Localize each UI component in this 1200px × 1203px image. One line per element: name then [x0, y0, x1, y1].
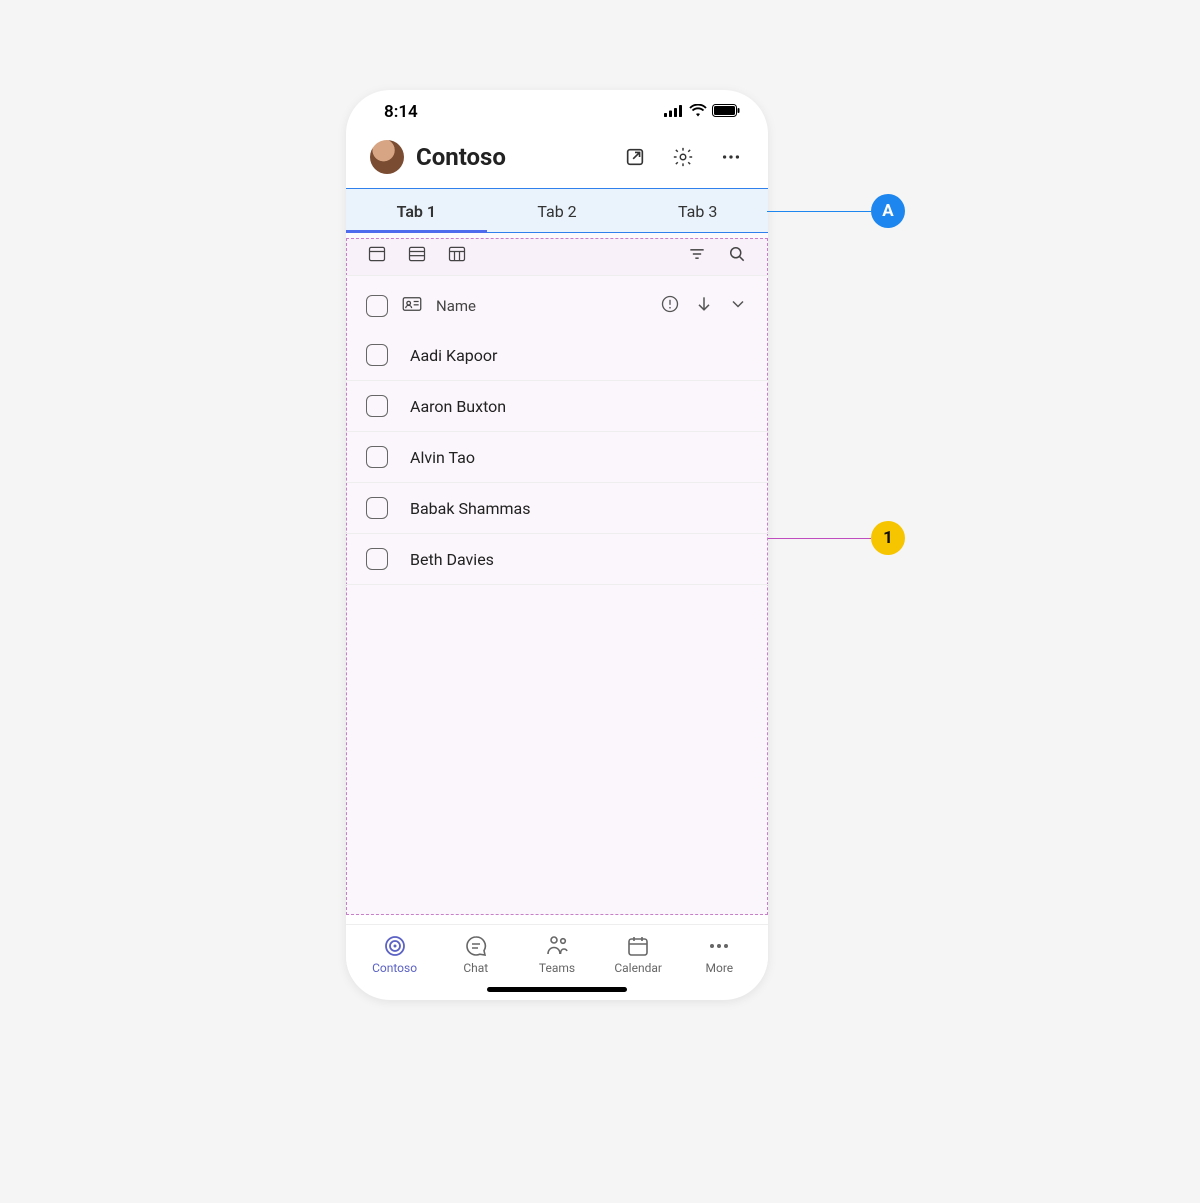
row-checkbox[interactable]	[366, 395, 388, 417]
view-option-2-icon[interactable]	[406, 243, 428, 265]
list-item[interactable]: Alvin Tao	[346, 432, 768, 483]
tab-3[interactable]: Tab 3	[627, 189, 768, 232]
battery-icon	[712, 102, 740, 122]
nav-chat[interactable]: Chat	[440, 933, 512, 975]
home-indicator	[487, 987, 627, 992]
phone-frame: 8:14 Contoso Tab 1 Tab 2 Tab	[346, 90, 768, 1000]
open-external-icon[interactable]	[622, 144, 648, 170]
row-name: Beth Davies	[410, 550, 494, 569]
nav-label: Contoso	[372, 961, 417, 975]
app-logo-icon	[382, 933, 408, 959]
chevron-down-icon[interactable]	[728, 294, 748, 318]
list-header: Name	[346, 276, 768, 330]
list-item[interactable]: Aadi Kapoor	[346, 330, 768, 381]
more-icon	[706, 933, 732, 959]
calendar-icon	[625, 933, 651, 959]
nav-calendar[interactable]: Calendar	[602, 933, 674, 975]
nav-teams[interactable]: Teams	[521, 933, 593, 975]
chat-icon	[463, 933, 489, 959]
callout-1: 1	[768, 521, 905, 555]
cellular-icon	[664, 102, 684, 122]
nav-more[interactable]: More	[683, 933, 755, 975]
row-checkbox[interactable]	[366, 344, 388, 366]
row-checkbox[interactable]	[366, 446, 388, 468]
column-header-name[interactable]: Name	[436, 297, 476, 315]
list-item[interactable]: Beth Davies	[346, 534, 768, 585]
page-title: Contoso	[416, 143, 610, 171]
list-item[interactable]: Aaron Buxton	[346, 381, 768, 432]
nav-label: Chat	[463, 961, 488, 975]
view-toolbar	[346, 233, 768, 276]
avatar[interactable]	[370, 140, 404, 174]
nav-label: More	[706, 961, 734, 975]
bottom-nav: Contoso Chat Teams Calendar More	[346, 924, 768, 977]
view-option-3-icon[interactable]	[446, 243, 468, 265]
teams-icon	[544, 933, 570, 959]
callout-badge-a: A	[871, 194, 905, 228]
select-all-checkbox[interactable]	[366, 295, 388, 317]
row-name: Aadi Kapoor	[410, 346, 497, 365]
nav-label: Calendar	[614, 961, 662, 975]
search-icon[interactable]	[726, 243, 748, 265]
tab-1[interactable]: Tab 1	[346, 189, 487, 232]
wifi-icon	[689, 102, 707, 122]
filter-icon[interactable]	[686, 243, 708, 265]
row-name: Babak Shammas	[410, 499, 530, 518]
row-checkbox[interactable]	[366, 497, 388, 519]
row-name: Alvin Tao	[410, 448, 475, 467]
tabs: Tab 1 Tab 2 Tab 3	[346, 188, 768, 233]
sort-down-icon[interactable]	[694, 294, 714, 318]
info-icon[interactable]	[660, 294, 680, 318]
status-time: 8:14	[384, 102, 418, 122]
nav-label: Teams	[539, 961, 575, 975]
callout-a: A	[767, 194, 905, 228]
status-bar: 8:14	[346, 90, 768, 134]
status-indicators	[664, 102, 740, 122]
list-rows: Aadi Kapoor Aaron Buxton Alvin Tao Babak…	[346, 330, 768, 585]
row-checkbox[interactable]	[366, 548, 388, 570]
more-icon[interactable]	[718, 144, 744, 170]
callout-badge-1: 1	[871, 521, 905, 555]
contact-card-icon	[402, 296, 422, 316]
row-name: Aaron Buxton	[410, 397, 506, 416]
nav-contoso[interactable]: Contoso	[359, 933, 431, 975]
list-item[interactable]: Babak Shammas	[346, 483, 768, 534]
app-header: Contoso	[346, 134, 768, 188]
gear-icon[interactable]	[670, 144, 696, 170]
tab-2[interactable]: Tab 2	[487, 189, 628, 232]
view-option-1-icon[interactable]	[366, 243, 388, 265]
